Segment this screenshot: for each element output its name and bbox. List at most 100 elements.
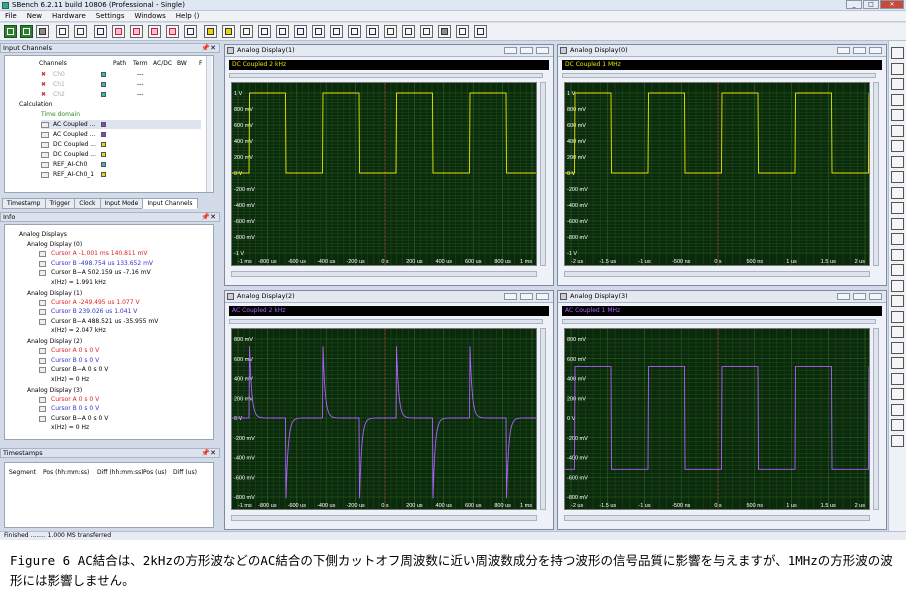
side-tool-button-12[interactable] [891,217,904,230]
channel-color-swatch[interactable] [101,122,106,127]
toolbar-button-26[interactable] [456,25,469,38]
display-minimize-button[interactable] [837,47,850,54]
calc-channel-name[interactable]: AC Coupled ... [53,121,95,128]
channel-color-swatch[interactable] [101,152,106,157]
menu-new[interactable]: New [22,11,47,21]
side-tool-button-24[interactable] [891,403,904,416]
display-slider[interactable] [562,73,876,78]
display-close-button[interactable] [536,47,549,54]
display-restore-button[interactable] [853,293,866,300]
toolbar-button-7[interactable] [112,25,125,38]
channel-name[interactable]: Ch2 [53,91,65,98]
info-display-node[interactable]: Analog Display (1) [27,290,82,297]
plot-area[interactable]: 800 mV 600 mV 400 mV 200 mV 0 V -200 mV -400 m… [564,328,870,510]
side-tool-button-10[interactable] [891,186,904,199]
toolbar-button-24[interactable] [420,25,433,38]
plot-area[interactable]: 1 V 800 mV 600 mV 400 mV 200 mV 0 V -200 mV -40… [231,82,537,266]
toolbar-button-18[interactable] [312,25,325,38]
toolbar-button-23[interactable] [402,25,415,38]
display-restore-button[interactable] [520,293,533,300]
toolbar-button-6[interactable] [94,25,107,38]
toolbar-button-10[interactable] [166,25,179,38]
info-display-node[interactable]: Analog Display (0) [27,241,82,248]
minimize-button[interactable]: _ [846,0,862,9]
horizontal-scrollbar[interactable] [564,271,870,277]
display-minimize-button[interactable] [504,293,517,300]
menu-file[interactable]: File [0,11,22,21]
plot-area[interactable]: 800 mV 600 mV 400 mV 200 mV 0 V -200 mV -400 m… [231,328,537,510]
display-header[interactable]: Analog Display(0) [558,45,886,57]
pin-icon[interactable]: 📌✕ [201,449,216,457]
analog-display-1[interactable]: Analog Display(1) DC Coupled 2 kHz 1 V 800 … [224,44,554,286]
display-slider[interactable] [229,73,543,78]
channel-color-swatch[interactable] [101,172,106,177]
toolbar-button-14[interactable] [240,25,253,38]
toolbar-button-5[interactable] [74,25,87,38]
toolbar-button-27[interactable] [474,25,487,38]
tab-input-channels[interactable]: Input Channels [142,198,198,209]
time-domain-node[interactable]: Time domain [41,111,80,118]
vertical-scrollbar[interactable] [873,82,879,266]
horizontal-scrollbar[interactable] [231,515,537,521]
tab-trigger[interactable]: Trigger [44,198,76,209]
toolbar-button-2[interactable] [20,25,33,38]
horizontal-scrollbar[interactable] [231,271,537,277]
toolbar-button-8[interactable] [130,25,143,38]
calc-channel-name[interactable]: REF_AI-Ch0 [53,161,87,168]
display-minimize-button[interactable] [837,293,850,300]
display-close-button[interactable] [869,47,882,54]
calc-channel-name[interactable]: DC Coupled ... [53,151,96,158]
pin-icon[interactable]: 📌✕ [201,213,216,221]
scrollbar[interactable] [206,56,212,192]
side-tool-button-19[interactable] [891,326,904,338]
info-display-node[interactable]: Analog Display (2) [27,338,82,345]
vertical-scrollbar[interactable] [540,82,546,266]
analog-displays-node[interactable]: Analog Displays [19,231,67,238]
side-tool-button-22[interactable] [891,372,904,385]
toolbar-button-11[interactable] [184,25,197,38]
menu-settings[interactable]: Settings [91,11,130,21]
toolbar-button-15[interactable] [258,25,271,38]
tab-clock[interactable]: Clock [74,198,101,209]
display-restore-button[interactable] [520,47,533,54]
side-tool-button-23[interactable] [891,388,904,400]
toolbar-button-1[interactable] [4,25,17,38]
menu-hardware[interactable]: Hardware [47,11,91,21]
horizontal-scrollbar[interactable] [564,515,870,521]
toolbar-button-13[interactable] [222,25,235,38]
channel-name[interactable]: Ch1 [53,81,65,88]
toolbar-button-16[interactable] [276,25,289,38]
side-tool-button-16[interactable] [891,279,904,292]
menu-windows[interactable]: Windows [130,11,171,21]
channel-color-swatch[interactable] [101,82,106,87]
calc-channel-name[interactable]: DC Coupled ... [53,141,96,148]
tab-input-mode[interactable]: Input Mode [99,198,144,209]
channel-color-swatch[interactable] [101,162,106,167]
calculation-node[interactable]: Calculation [19,101,52,108]
display-slider[interactable] [562,319,876,324]
calc-channel-name[interactable]: AC Coupled ... [53,131,95,138]
side-tool-button-11[interactable] [891,202,904,214]
vertical-scrollbar[interactable] [873,328,879,510]
toolbar-button-9[interactable] [148,25,161,38]
display-close-button[interactable] [536,293,549,300]
side-tool-button-14[interactable] [891,248,904,261]
analog-display-0[interactable]: Analog Display(0) DC Coupled 1 MHz 1 V 800 … [557,44,887,286]
channel-name[interactable]: Ch0 [53,71,65,78]
vertical-scrollbar[interactable] [540,328,546,510]
side-tool-button-15[interactable] [891,264,904,276]
side-tool-button-18[interactable] [891,310,904,323]
channel-color-swatch[interactable] [101,72,106,77]
side-tool-button-5[interactable] [891,109,904,121]
side-tool-button-9[interactable] [891,171,904,183]
toolbar-button-22[interactable] [384,25,397,38]
analog-display-3[interactable]: Analog Display(3) AC Coupled 1 MHz 800 mV 6… [557,290,887,530]
display-header[interactable]: Analog Display(3) [558,291,886,303]
side-tool-button-26[interactable] [891,434,904,447]
side-tool-button-6[interactable] [891,124,904,137]
side-tool-button-3[interactable] [891,78,904,90]
display-restore-button[interactable] [853,47,866,54]
toolbar-button-21[interactable] [366,25,379,38]
side-tool-button-21[interactable] [891,357,904,369]
side-tool-button-2[interactable] [891,62,904,75]
